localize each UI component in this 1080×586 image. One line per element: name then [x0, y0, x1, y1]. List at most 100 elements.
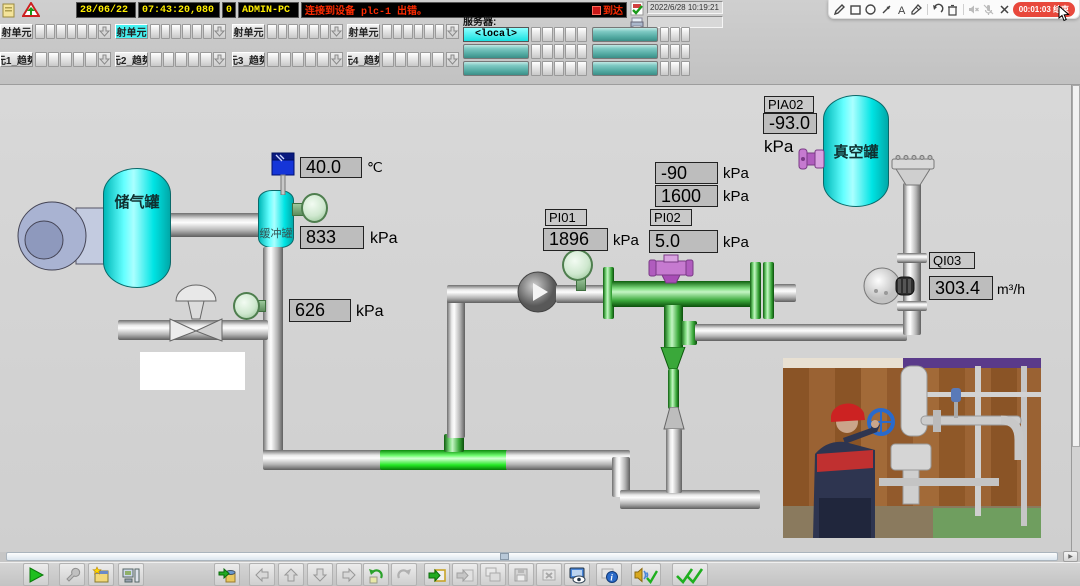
nav-left-button[interactable]	[249, 563, 275, 586]
trend-group-4-dropdown-button[interactable]	[446, 52, 459, 67]
blank-button[interactable]	[267, 52, 279, 67]
blank-button[interactable]	[660, 61, 669, 76]
unit-group-4-dropdown-button[interactable]	[446, 24, 459, 39]
blank-button[interactable]	[305, 52, 317, 67]
blank-button[interactable]	[35, 24, 45, 39]
monitor-view-button[interactable]	[564, 563, 590, 586]
nav-right-button[interactable]	[336, 563, 362, 586]
blank-button[interactable]	[565, 27, 575, 42]
unit-group-2-dropdown-button[interactable]	[213, 24, 226, 39]
trend-group-1-dropdown-button[interactable]	[98, 52, 111, 67]
blank-button[interactable]	[171, 24, 181, 39]
blank-button[interactable]	[188, 52, 200, 67]
blank-button[interactable]	[414, 24, 424, 39]
project-icon[interactable]	[2, 2, 18, 18]
unit-group-3-button[interactable]: 射单元	[232, 24, 265, 39]
blank-button[interactable]	[278, 24, 288, 39]
server-slot-bar[interactable]	[592, 61, 658, 76]
trend-group-2-button[interactable]: 元2_趋势	[115, 52, 148, 67]
blank-button[interactable]	[542, 44, 552, 59]
blank-button[interactable]	[60, 52, 72, 67]
blank-button[interactable]	[320, 24, 330, 39]
ack-all-button[interactable]	[672, 563, 708, 586]
forward-button[interactable]	[391, 563, 417, 586]
blank-button[interactable]	[407, 52, 419, 67]
blank-button[interactable]	[267, 24, 277, 39]
blank-button[interactable]	[432, 52, 444, 67]
blank-button[interactable]	[35, 52, 47, 67]
blank-button[interactable]	[161, 24, 171, 39]
blank-button[interactable]	[299, 24, 309, 39]
alarm-ack-icon[interactable]	[22, 2, 40, 18]
blank-button[interactable]	[163, 52, 175, 67]
blank-button[interactable]	[424, 24, 434, 39]
goto-window-button[interactable]	[424, 563, 450, 586]
circle-icon[interactable]	[864, 2, 877, 17]
blank-button[interactable]	[531, 61, 541, 76]
server-slot-bar[interactable]	[592, 27, 658, 42]
blank-button[interactable]	[46, 24, 56, 39]
audio-ack-button[interactable]	[631, 563, 661, 586]
blank-button[interactable]	[175, 52, 187, 67]
blank-button[interactable]	[554, 61, 564, 76]
blank-button[interactable]	[660, 44, 669, 59]
unit-group-1-button[interactable]: 射单元	[0, 24, 33, 39]
blank-button[interactable]	[73, 52, 85, 67]
trash-icon[interactable]	[946, 2, 959, 17]
blank-button[interactable]	[382, 24, 392, 39]
blank-button[interactable]	[681, 27, 690, 42]
blank-button[interactable]	[292, 52, 304, 67]
forms-button[interactable]	[88, 563, 114, 586]
blank-button[interactable]	[192, 24, 202, 39]
trend-group-4-button[interactable]: 元4_趋势	[347, 52, 380, 67]
blank-button[interactable]	[150, 52, 162, 67]
back-button[interactable]	[363, 563, 389, 586]
blank-button[interactable]	[531, 27, 541, 42]
blank-button[interactable]	[56, 24, 66, 39]
blank-button[interactable]	[554, 27, 564, 42]
blank-button[interactable]	[403, 24, 413, 39]
workstation-button[interactable]	[118, 563, 144, 586]
blank-button[interactable]	[660, 27, 669, 42]
blank-button[interactable]	[200, 52, 212, 67]
server-slot-bar[interactable]	[592, 44, 658, 59]
cascade-windows-button[interactable]	[480, 563, 506, 586]
blank-button[interactable]	[309, 24, 319, 39]
blank-button[interactable]	[182, 24, 192, 39]
server-local-button[interactable]: <local>	[463, 27, 529, 42]
run-button[interactable]	[23, 563, 49, 586]
blank-button[interactable]	[77, 24, 87, 39]
vertical-scrollbar-thumb[interactable]	[1072, 85, 1080, 447]
blank-button[interactable]	[395, 52, 407, 67]
blank-button[interactable]	[48, 52, 60, 67]
info-button[interactable]: i	[596, 563, 622, 586]
blank-button[interactable]	[681, 61, 690, 76]
blank-button[interactable]	[382, 52, 394, 67]
horizontal-scrollbar-thumb[interactable]	[500, 553, 509, 560]
blank-button[interactable]	[435, 24, 445, 39]
horizontal-scrollbar[interactable]	[6, 552, 1058, 561]
server-slot-bar[interactable]	[463, 61, 529, 76]
blank-button[interactable]	[670, 27, 679, 42]
blank-button[interactable]	[393, 24, 403, 39]
blank-button[interactable]	[88, 24, 98, 39]
blank-button[interactable]	[542, 27, 552, 42]
scroll-right-button[interactable]: ▶	[1063, 551, 1078, 562]
close-icon[interactable]	[997, 2, 1010, 17]
blank-button[interactable]	[577, 44, 587, 59]
unit-group-1-dropdown-button[interactable]	[98, 24, 111, 39]
blank-button[interactable]	[85, 52, 97, 67]
blank-button[interactable]	[531, 44, 541, 59]
blank-button[interactable]	[203, 24, 213, 39]
trend-group-3-dropdown-button[interactable]	[330, 52, 343, 67]
tools-button[interactable]	[59, 563, 85, 586]
unit-group-2-button[interactable]: 射单元	[115, 24, 148, 39]
speaker-muted-icon[interactable]	[966, 2, 979, 17]
trend-group-2-dropdown-button[interactable]	[213, 52, 226, 67]
undo-icon[interactable]	[931, 2, 944, 17]
unit-group-3-dropdown-button[interactable]	[330, 24, 343, 39]
blank-button[interactable]	[420, 52, 432, 67]
blank-button[interactable]	[67, 24, 77, 39]
blank-button[interactable]	[542, 61, 552, 76]
blank-button[interactable]	[565, 61, 575, 76]
